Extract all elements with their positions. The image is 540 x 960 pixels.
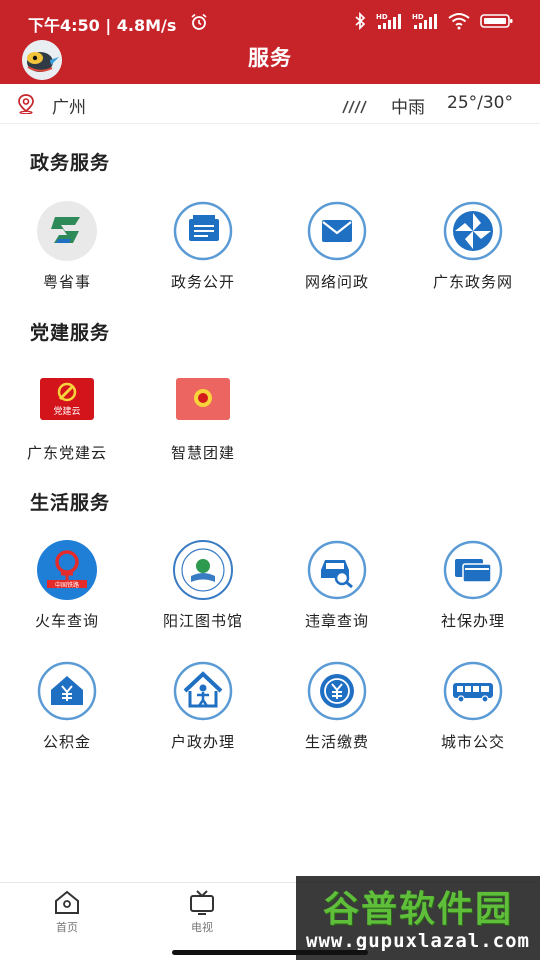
weather-temperature: 25°/30° (447, 93, 513, 113)
bus-icon (443, 661, 503, 721)
house-person-icon (173, 661, 233, 721)
china-railway-icon: 中国铁路 (37, 540, 97, 600)
pinwheel-icon (443, 201, 503, 261)
app-header: 下午4:50 | 4.8M/s HD HD 服务 (0, 0, 540, 84)
tile-label: 城市公交 (440, 733, 505, 751)
service-tile-party-cloud[interactable]: 党建云 广东党建云 (2, 372, 132, 462)
watermark: 谷普软件园 www.gupuxlazal.com (296, 876, 540, 960)
nav-home[interactable]: 首页 (32, 889, 102, 943)
tile-label: 粤省事 (42, 273, 91, 291)
service-tile-train-query[interactable]: 中国铁路 火车查询 (2, 540, 132, 630)
yueshengshi-icon (37, 201, 97, 261)
service-tile-yangjiang-library[interactable]: 阳江图书馆 (138, 540, 268, 630)
tile-label: 网络问政 (304, 273, 369, 291)
service-tile-social-security[interactable]: 社保办理 (408, 540, 538, 630)
service-tile-online-inquiry[interactable]: 网络问政 (272, 201, 402, 291)
tile-label: 公积金 (42, 733, 91, 751)
status-time: 下午4:50 | 4.8M/s (28, 16, 177, 35)
status-icons: HD HD (354, 11, 514, 31)
service-tile-violation-query[interactable]: 违章查询 (272, 540, 402, 630)
railway-text: 中国铁路 (55, 581, 79, 589)
nav-label: 首页 (56, 921, 78, 934)
signal-icon: HD (376, 13, 401, 29)
service-tile-utility-payment[interactable]: 生活缴费 (272, 661, 402, 751)
tile-label: 智慧团建 (170, 444, 235, 462)
watermark-url: www.gupuxlazal.com (306, 930, 530, 952)
document-icon (173, 201, 233, 261)
coin-yuan-icon (307, 661, 367, 721)
rain-icon (342, 100, 367, 114)
alarm-icon (191, 13, 207, 30)
page-title: 服务 (248, 46, 292, 70)
tile-label: 火车查询 (34, 612, 99, 630)
service-tile-yueshengshi[interactable]: 粤省事 (2, 201, 132, 291)
tile-label: 社保办理 (440, 612, 505, 630)
battery-icon (480, 14, 513, 28)
nav-tv[interactable]: 电视 (167, 889, 237, 943)
tile-label: 违章查询 (304, 612, 369, 630)
city-name: 广州 (52, 98, 86, 118)
weather-condition: 中雨 (391, 98, 425, 118)
title-row: 服务 (0, 36, 540, 80)
tile-label: 广东党建云 (26, 444, 107, 462)
party-cloud-text: 党建云 (53, 405, 80, 417)
service-tile-city-bus[interactable]: 城市公交 (408, 661, 538, 751)
section-title-government: 政务服务 (30, 152, 111, 174)
signal-icon-2: HD (412, 13, 437, 29)
tile-label: 生活缴费 (304, 733, 369, 751)
tile-label: 阳江图书馆 (162, 612, 243, 630)
location-pin-icon (18, 94, 34, 114)
house-yuan-icon (37, 661, 97, 721)
party-cloud-icon: 党建云 (40, 378, 94, 420)
service-tile-smart-youth-league[interactable]: 智慧团建 (138, 372, 268, 462)
tile-label: 广东政务网 (432, 273, 513, 291)
nav-label: 电视 (191, 921, 213, 934)
location-weather-bar[interactable]: 广州 中雨 25°/30° (0, 84, 540, 124)
tile-label: 政务公开 (170, 273, 235, 291)
home-icon (55, 890, 79, 914)
sim2-label: HD (412, 13, 424, 21)
youth-league-icon (176, 378, 230, 420)
cards-icon (443, 540, 503, 600)
wifi-icon (448, 13, 470, 30)
tv-icon (190, 890, 214, 915)
car-search-icon (307, 540, 367, 600)
sim1-label: HD (376, 13, 388, 21)
home-indicator[interactable] (172, 950, 368, 955)
bluetooth-icon (355, 12, 366, 30)
mail-icon (307, 201, 367, 261)
service-tile-housing-fund[interactable]: 公积金 (2, 661, 132, 751)
service-tile-government-disclosure[interactable]: 政务公开 (138, 201, 268, 291)
library-icon (173, 540, 233, 600)
section-title-life: 生活服务 (30, 492, 111, 514)
tile-label: 户政办理 (170, 733, 235, 751)
service-tile-guangdong-gov-web[interactable]: 广东政务网 (408, 201, 538, 291)
service-tile-household-registration[interactable]: 户政办理 (138, 661, 268, 751)
watermark-logo: 谷普软件园 (322, 889, 513, 930)
status-bar: 下午4:50 | 4.8M/s HD HD (0, 0, 540, 40)
services-screen: 下午4:50 | 4.8M/s HD HD 服务 广州 中雨 25°/30° 政… (0, 0, 540, 960)
section-title-party: 党建服务 (30, 322, 111, 344)
